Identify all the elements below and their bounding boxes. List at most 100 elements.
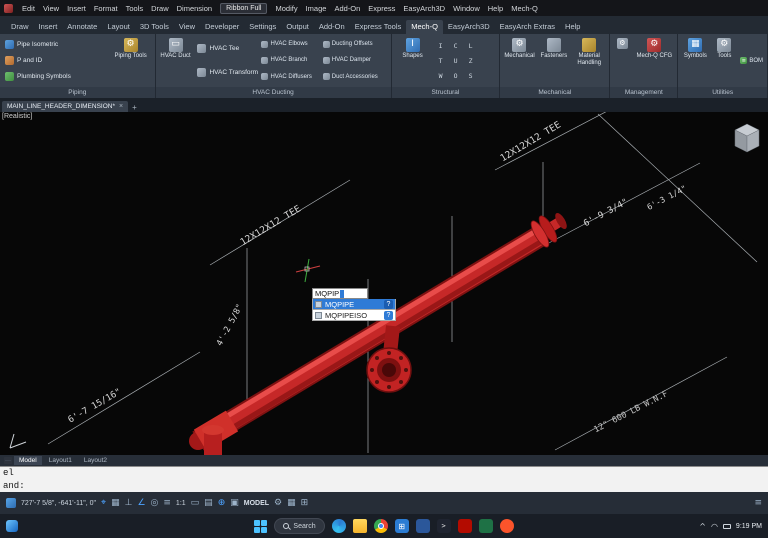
tab-layout[interactable]: Layout (102, 20, 135, 34)
plumbing-symbols-button[interactable]: Plumbing Symbols (3, 70, 107, 83)
panel-label-utilities[interactable]: Utilities (678, 87, 767, 98)
ducting-offsets-button[interactable]: Ducting Offsets (322, 38, 388, 50)
customization-icon[interactable]: ≡ (754, 498, 762, 508)
management-tools-button[interactable] (613, 36, 631, 85)
tab-settings[interactable]: Settings (244, 20, 281, 34)
app-icon[interactable] (4, 3, 13, 13)
menu-edit[interactable]: Edit (18, 4, 39, 13)
menu-dimension[interactable]: Dimension (173, 4, 216, 13)
menu-image[interactable]: Image (302, 4, 331, 13)
wifi-icon[interactable]: ◠ (711, 522, 718, 531)
p-and-id-button[interactable]: P and ID (3, 54, 107, 67)
menu-insert[interactable]: Insert (63, 4, 90, 13)
polar-tracking-icon[interactable]: ∠ (137, 498, 145, 508)
tab-mech-q[interactable]: Mech-Q (406, 20, 443, 34)
battery-icon[interactable] (722, 523, 731, 529)
hvac-elbows-button[interactable]: HVAC Elbows (260, 38, 318, 50)
angle-icon[interactable]: L (464, 39, 478, 53)
object-snap-icon[interactable]: ◎ (151, 498, 159, 508)
symbols-button[interactable]: Symbols (681, 36, 709, 85)
tab-easyarch-extras[interactable]: EasyArch Extras (495, 20, 560, 34)
view-style-label[interactable]: [Realistic] (2, 113, 32, 120)
channel-icon[interactable]: C (449, 39, 463, 53)
bom-button[interactable]: BOM (739, 55, 764, 67)
model-space-toggle[interactable]: MODEL (244, 500, 269, 507)
menu-tools[interactable]: Tools (122, 4, 148, 13)
menu-modify[interactable]: Modify (271, 4, 301, 13)
layout-tab-menu-icon[interactable] (4, 457, 12, 464)
close-tab-icon[interactable]: × (119, 103, 123, 110)
tab-view[interactable]: View (174, 20, 200, 34)
tab-easyarch3d[interactable]: EasyArch3D (443, 20, 495, 34)
drawing-viewport[interactable]: [Realistic] 12X12X12 TEE 12X12X12 TEE 6'… (0, 112, 768, 455)
tab-layout1[interactable]: Layout1 (44, 456, 77, 465)
document-tab[interactable]: MAIN_LINE_HEADER_DIMENSION* × (2, 101, 129, 112)
i-beam-icon[interactable]: I (434, 39, 448, 53)
pipe-tee-fitting[interactable] (193, 410, 239, 455)
coordinate-readout[interactable]: 727'-7 5/8", -641'-11", 0" (21, 500, 96, 507)
menu-add-on[interactable]: Add-On (330, 4, 364, 13)
hvac-branch-button[interactable]: HVAC Branch (260, 54, 318, 66)
panel-label-mechanical[interactable]: Mechanical (500, 87, 610, 98)
acrobat-icon[interactable] (457, 519, 472, 533)
annotation-scale[interactable]: 1:1 (176, 500, 186, 507)
pipe-model[interactable] (189, 211, 569, 455)
mech-q-cfg-button[interactable]: Mech-Q CFG (634, 36, 674, 85)
clock[interactable]: 9:19 PM (736, 523, 762, 530)
tab-output[interactable]: Output (281, 20, 314, 34)
tab-express-tools[interactable]: Express Tools (350, 20, 407, 34)
taskbar-search[interactable]: Search (274, 518, 325, 534)
command-autocomplete-input[interactable]: MQPIP (312, 288, 368, 299)
terminal-icon[interactable]: > (436, 519, 451, 533)
new-tab-button[interactable]: + (132, 103, 137, 112)
workspace-selector[interactable]: Ribbon Full (220, 2, 268, 14)
u-section-icon[interactable]: U (449, 54, 463, 68)
menu-window[interactable]: Window (449, 4, 484, 13)
tools-button[interactable]: Tools (712, 36, 736, 85)
store-icon[interactable]: ⊞ (394, 519, 409, 533)
hvac-transform-button[interactable]: HVAC Transform (195, 66, 258, 79)
hvac-damper-button[interactable]: HVAC Damper (322, 54, 388, 66)
quick-view-icon[interactable] (6, 498, 16, 508)
excel-icon[interactable] (478, 519, 493, 533)
selection-cycling-icon[interactable]: ▣ (230, 498, 239, 508)
tab-developer[interactable]: Developer (200, 20, 244, 34)
hvac-diffusers-button[interactable]: HVAC Diffusers (260, 71, 318, 83)
start-button[interactable] (254, 519, 268, 533)
menu-view[interactable]: View (39, 4, 63, 13)
tab-3d-tools[interactable]: 3D Tools (135, 20, 174, 34)
menu-easyarch3d[interactable]: EasyArch3D (399, 4, 449, 13)
wide-flange-icon[interactable]: W (434, 69, 448, 83)
duct-accessories-button[interactable]: Duct Accessories (322, 71, 388, 83)
lineweight-icon[interactable]: ≡ (163, 498, 171, 508)
mechanical-button[interactable]: Mechanical (503, 36, 535, 85)
tee-section-icon[interactable]: T (434, 54, 448, 68)
annotation-visibility-icon[interactable]: ▭ (191, 498, 200, 508)
pipe-isometric-button[interactable]: Pipe Isometric (3, 38, 107, 51)
chrome-icon[interactable] (373, 519, 388, 533)
tab-help[interactable]: Help (560, 20, 585, 34)
pipe-section-icon[interactable]: O (449, 69, 463, 83)
tab-add-on[interactable]: Add-On (314, 20, 350, 34)
tab-draw[interactable]: Draw (6, 20, 34, 34)
grid-display-icon[interactable]: ▦ (111, 498, 120, 508)
file-explorer-icon[interactable] (352, 519, 367, 533)
panel-label-structural[interactable]: Structural (391, 87, 500, 98)
edge-icon[interactable] (331, 519, 346, 533)
tab-insert[interactable]: Insert (34, 20, 63, 34)
hvac-duct-button[interactable]: HVAC Duct (159, 36, 193, 85)
snap-mode-icon[interactable]: ⌖ (101, 498, 106, 508)
browser-icon[interactable] (499, 519, 514, 533)
view-cube[interactable] (734, 123, 760, 153)
menu-express[interactable]: Express (364, 4, 399, 13)
material-handling-button[interactable]: Material Handling (572, 36, 606, 85)
panel-label-management[interactable]: Management (610, 87, 678, 98)
plate-icon[interactable]: S (464, 69, 478, 83)
menu-mech-q[interactable]: Mech-Q (507, 4, 542, 13)
z-section-icon[interactable]: Z (464, 54, 478, 68)
piping-tools-button[interactable]: Piping Tools (110, 36, 152, 85)
word-icon[interactable] (415, 519, 430, 533)
help-icon[interactable]: ? (384, 299, 393, 309)
menu-help[interactable]: Help (484, 4, 507, 13)
menu-draw[interactable]: Draw (147, 4, 173, 13)
